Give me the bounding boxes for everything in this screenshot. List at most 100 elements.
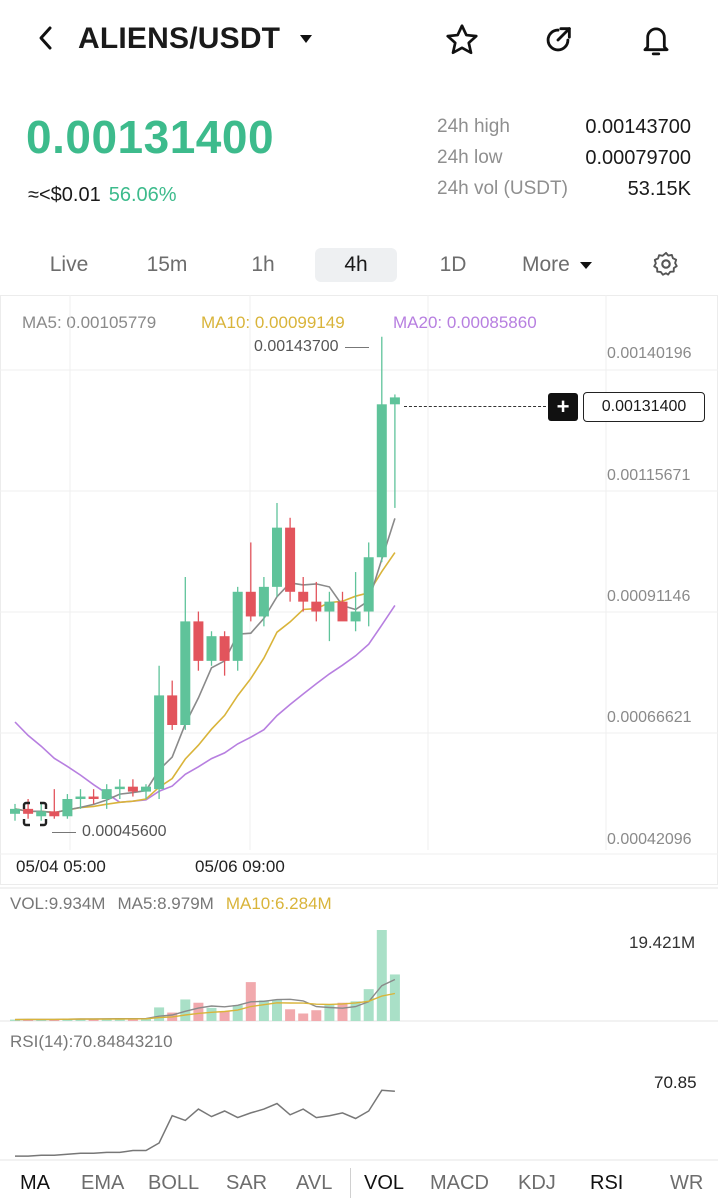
indicator-rsi[interactable]: RSI: [590, 1172, 623, 1195]
indicator-ma[interactable]: MA: [20, 1172, 50, 1195]
price-tick: 0.00066621: [607, 709, 692, 726]
time-tick: 05/06 09:00: [195, 857, 285, 876]
ma5-path: [14, 518, 396, 814]
candle-body: [285, 527, 296, 592]
candle-body: [389, 397, 400, 405]
indicator-kdj[interactable]: KDJ: [518, 1172, 556, 1195]
candle-body: [114, 786, 125, 790]
volume-bar: [298, 1013, 309, 1021]
candle-body: [311, 601, 322, 612]
volume-bar: [350, 1001, 361, 1021]
candle-body: [167, 695, 178, 725]
tab-15m[interactable]: 15m: [130, 248, 204, 282]
indicator-sar[interactable]: SAR: [226, 1172, 267, 1195]
candle-body: [127, 786, 138, 792]
tab-more[interactable]: More: [522, 248, 592, 282]
stat-value: 0.00079700: [585, 147, 691, 169]
tab-4h[interactable]: 4h: [315, 248, 397, 282]
candle-body: [206, 636, 217, 661]
volume-bar: [219, 1011, 230, 1021]
low-marker-value: 0.00045600: [82, 823, 167, 840]
volume-bar: [258, 1000, 269, 1021]
rsi-path: [15, 1089, 395, 1157]
candle-body: [232, 591, 243, 661]
stat-label: 24h low: [437, 147, 503, 168]
indicator-avl[interactable]: AVL: [296, 1172, 332, 1195]
current-price-tag: 0.00131400: [583, 392, 705, 422]
share-icon[interactable]: [536, 18, 580, 62]
volume-bar: [376, 930, 387, 1021]
volume-bar: [154, 1007, 165, 1021]
tab-1h[interactable]: 1h: [226, 248, 300, 282]
candle-body: [298, 591, 309, 602]
indicator-boll[interactable]: BOLL: [148, 1172, 199, 1195]
low-marker-tick: [52, 831, 76, 833]
volume-bar: [337, 1002, 348, 1021]
volume-bar: [193, 1002, 204, 1021]
gear-icon[interactable]: [648, 246, 684, 282]
candle-body: [376, 404, 387, 558]
indicator-ema[interactable]: EMA: [81, 1172, 124, 1195]
candle-body: [272, 527, 282, 587]
plus-icon: +: [556, 394, 570, 419]
indicator-wr[interactable]: WR: [670, 1172, 703, 1195]
price-tick: 0.00140196: [607, 345, 692, 362]
volume-chart[interactable]: [0, 884, 718, 1024]
ma20-path: [14, 604, 396, 804]
price-tick: 0.00042096: [607, 831, 692, 848]
change-percent: 56.06%: [108, 184, 177, 206]
candle-body: [350, 611, 361, 622]
stat-value: 0.00143700: [585, 116, 691, 138]
stat-row-vol: 24h vol (USDT) 53.15K: [437, 178, 691, 209]
stat-row-high: 24h high 0.00143700: [437, 116, 691, 147]
volume-bar: [285, 1009, 296, 1021]
stat-value: 53.15K: [627, 178, 691, 200]
ma5-line: [14, 518, 396, 814]
candle-body: [141, 786, 151, 792]
crosshair-icon[interactable]: [22, 801, 48, 827]
volume-bar: [311, 1010, 322, 1021]
volume-bar: [232, 1005, 243, 1021]
candle-body: [10, 808, 20, 814]
candle-body: [324, 601, 335, 612]
volume-bar: [363, 989, 374, 1021]
high-marker-value: 0.00143700: [254, 338, 339, 355]
candles: [10, 336, 400, 821]
candle-body: [62, 799, 73, 817]
tab-more-label: More: [522, 253, 570, 276]
pair-title: ALIENS/USDT: [78, 22, 281, 55]
indicator-vol[interactable]: VOL: [364, 1172, 404, 1195]
current-price-line: [404, 406, 546, 407]
candle-body: [75, 796, 86, 800]
usd-approx: ≈<$0.01: [28, 184, 101, 206]
volume-bar: [206, 1007, 217, 1021]
candle-body: [193, 621, 204, 661]
ma20-line: [14, 604, 396, 804]
price-sub: ≈<$0.01 56.06%: [28, 184, 177, 207]
tab-1d[interactable]: 1D: [416, 248, 490, 282]
bell-icon[interactable]: [634, 18, 678, 62]
rsi-line: [15, 1089, 395, 1157]
stats-panel: 24h high 0.00143700 24h low 0.00079700 2…: [437, 116, 691, 209]
caret-down-icon: [300, 35, 313, 43]
indicator-macd[interactable]: MACD: [430, 1172, 489, 1195]
indicator-divider: [350, 1168, 351, 1198]
high-marker-tick: [344, 346, 369, 348]
candle-body: [180, 621, 191, 725]
time-tick: 05/04 05:00: [16, 857, 106, 876]
candle-body: [101, 789, 112, 800]
caret-down-icon: [579, 261, 592, 269]
candle-body: [363, 557, 374, 612]
rsi-chart[interactable]: [0, 1024, 718, 1164]
star-icon[interactable]: [440, 18, 484, 62]
stat-row-low: 24h low 0.00079700: [437, 147, 691, 178]
pair-selector[interactable]: ALIENS/USDT: [78, 20, 313, 58]
price-tick: 0.00091146: [607, 588, 691, 605]
stat-label: 24h high: [437, 116, 510, 137]
tab-live[interactable]: Live: [32, 248, 106, 282]
volume-grid: [0, 887, 718, 1022]
add-alert-button[interactable]: +: [548, 393, 578, 421]
candle-body: [49, 811, 60, 817]
candle-body: [245, 591, 256, 617]
back-icon[interactable]: [28, 20, 64, 56]
